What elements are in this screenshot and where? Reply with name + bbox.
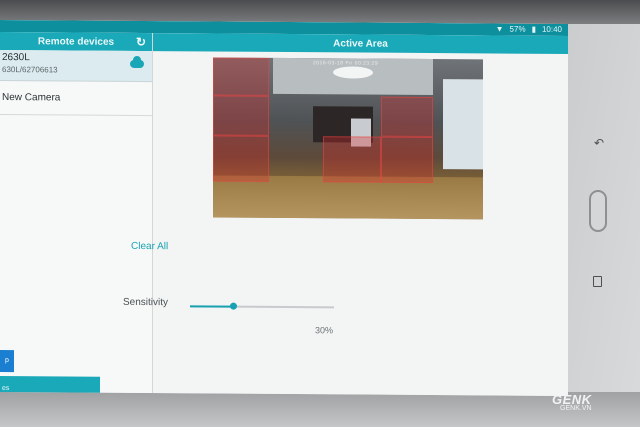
active-cell[interactable] bbox=[323, 136, 381, 183]
left-footer-text: es bbox=[2, 385, 10, 393]
sensitivity-slider[interactable] bbox=[190, 302, 334, 310]
page-title: Active Area bbox=[333, 37, 388, 50]
slider-fill bbox=[190, 305, 234, 308]
camera-timestamp: 2016-03-18 Fri 00:23:29 bbox=[313, 60, 379, 67]
active-cell[interactable] bbox=[213, 95, 269, 136]
active-cell[interactable] bbox=[213, 135, 269, 182]
back-key-icon[interactable]: ↶ bbox=[594, 136, 604, 150]
watermark-logo: GENK GENK.VN bbox=[552, 392, 592, 412]
battery-icon: ▮ bbox=[531, 24, 536, 34]
clock: 10:40 bbox=[541, 24, 562, 34]
preview-light bbox=[333, 66, 373, 79]
camera-preview[interactable]: 2016-03-18 Fri 00:23:29 bbox=[213, 57, 483, 220]
device-item[interactable]: 2630L 630L/62706613 bbox=[0, 50, 152, 83]
battery-percent: 57% bbox=[509, 24, 526, 34]
device-list-header: Remote devices ↻ bbox=[0, 32, 152, 52]
active-cell[interactable] bbox=[213, 57, 269, 96]
active-cell[interactable] bbox=[381, 136, 433, 184]
active-area-header: Active Area bbox=[153, 33, 568, 54]
tablet-screen: ▼ 57% ▮ 10:40 Remote devices ↻ 2630L 630… bbox=[0, 20, 568, 396]
bezel-bottom bbox=[0, 392, 640, 427]
home-button[interactable] bbox=[589, 190, 607, 232]
active-cell[interactable] bbox=[381, 96, 433, 138]
preview-window bbox=[443, 79, 483, 170]
wifi-icon: ▼ bbox=[495, 24, 504, 34]
recent-apps-key-icon[interactable] bbox=[593, 276, 602, 287]
device-id: 630L/62706613 bbox=[2, 65, 58, 75]
sensitivity-value: 30% bbox=[315, 325, 334, 336]
partial-button[interactable]: p bbox=[0, 350, 14, 373]
new-camera-item[interactable]: New Camera bbox=[0, 80, 152, 117]
device-list-panel: Remote devices ↻ 2630L 630L/62706613 New… bbox=[0, 32, 153, 396]
device-name: 2630L bbox=[2, 52, 30, 64]
refresh-icon[interactable]: ↻ bbox=[136, 35, 146, 49]
new-camera-label: New Camera bbox=[2, 92, 61, 104]
sensitivity-label: Sensitivity bbox=[123, 296, 169, 309]
active-area-panel: Active Area 2016-03-18 Fri 00:23:29 Clea… bbox=[123, 33, 568, 396]
device-list-title: Remote devices bbox=[37, 35, 115, 48]
slider-thumb[interactable] bbox=[230, 302, 238, 310]
clear-all-button[interactable]: Clear All bbox=[131, 241, 168, 252]
cloud-icon bbox=[130, 59, 144, 69]
